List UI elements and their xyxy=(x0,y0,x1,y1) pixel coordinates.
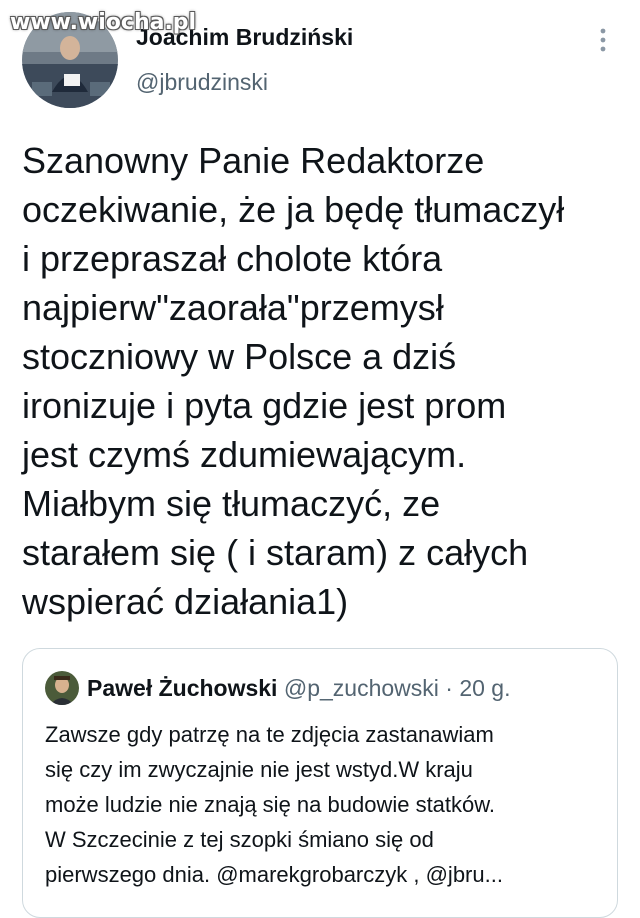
quoted-text-line: Zawsze gdy patrzę na te zdjęcia zastanaw… xyxy=(45,722,494,747)
quoted-author-avatar-image xyxy=(45,671,79,705)
quoted-author-avatar[interactable] xyxy=(45,671,79,705)
quoted-text-line: się czy im zwyczajnie nie jest wstyd.W k… xyxy=(45,757,473,782)
watermark-logo: www.wiocha.pl xyxy=(10,10,197,35)
author-handle[interactable]: @jbrudzinski xyxy=(136,69,268,96)
tweet-text-line: oczekiwanie, że ja będę tłumaczył xyxy=(22,189,565,230)
tweet-text-line: najpierw"zaorała"przemysł xyxy=(22,287,444,328)
more-vertical-icon[interactable] xyxy=(592,26,614,54)
tweet-text-line: stoczniowy w Polsce a dziś xyxy=(22,336,457,377)
tweet-text-line: ironizuje i pyta gdzie jest prom xyxy=(22,385,507,426)
quoted-text-line: pierwszego dnia. @marekgrobarczyk , @jbr… xyxy=(45,862,503,887)
quoted-tweet-header: Paweł Żuchowski @p_zuchowski · 20 g. xyxy=(87,675,510,702)
tweet-text-line: Miałbym się tłumaczyć, ze xyxy=(22,483,441,524)
quoted-tweet-card[interactable]: Paweł Żuchowski @p_zuchowski · 20 g. Zaw… xyxy=(22,648,618,918)
quoted-text-line: może ludzie nie znają się na budowie sta… xyxy=(45,792,496,817)
tweet-text-line: wspierać działania1) xyxy=(22,581,349,622)
header-separator: · xyxy=(445,675,453,701)
quoted-author-handle[interactable]: @p_zuchowski xyxy=(284,675,439,701)
tweet-text-line: i przepraszał cholote która xyxy=(22,238,443,279)
tweet-text-line: jest czymś zdumiewającym. xyxy=(22,434,467,475)
tweet-text-line: starałem się ( i staram) z całych xyxy=(22,532,529,573)
quoted-author-name[interactable]: Paweł Żuchowski xyxy=(87,675,277,701)
quoted-tweet-text: Zawsze gdy patrzę na te zdjęcia zastanaw… xyxy=(45,717,605,892)
tweet-text: Szanowny Panie Redaktorze oczekiwanie, ż… xyxy=(22,136,632,626)
tweet-text-line: Szanowny Panie Redaktorze xyxy=(22,140,485,181)
quoted-tweet-timestamp[interactable]: 20 g. xyxy=(459,675,510,701)
quoted-text-line: W Szczecinie z tej szopki śmiano się od xyxy=(45,827,434,852)
